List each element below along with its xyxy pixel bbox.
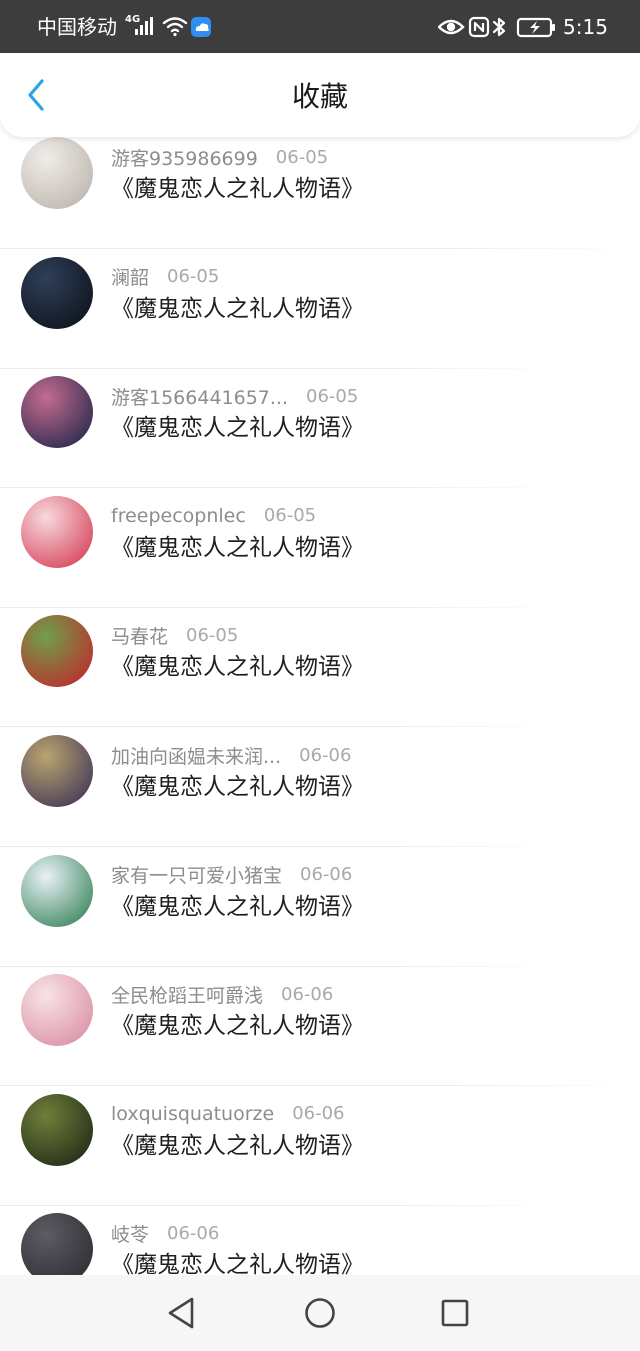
avatar (21, 735, 93, 807)
avatar (21, 137, 93, 209)
story-title: 《魔鬼恋人之礼人物语》 (111, 295, 364, 322)
list-item[interactable]: loxquisquatuorze 06-06 《魔鬼恋人之礼人物语》 (0, 1086, 640, 1206)
list-item[interactable]: 澜韶 06-05 《魔鬼恋人之礼人物语》 (0, 249, 640, 369)
list-item[interactable]: 游客935986699 06-05 《魔鬼恋人之礼人物语》 (0, 135, 640, 249)
avatar (21, 854, 93, 927)
date-label: 06-05 (167, 266, 220, 288)
nav-recents-icon[interactable] (437, 1295, 473, 1331)
list-item[interactable]: freepecopnlec 06-05 《魔鬼恋人之礼人物语》 (0, 488, 640, 608)
username: 游客935986699 (111, 147, 258, 170)
date-label: 06-06 (300, 864, 353, 886)
username: 加油向函媪未来润... (111, 745, 282, 768)
date-label: 06-05 (186, 624, 239, 646)
date-label: 06-05 (275, 146, 329, 168)
favorites-list: 游客935986699 06-05 《魔鬼恋人之礼人物语》 澜韶 06-05 《魔鬼恋人之… (0, 135, 640, 1275)
page-title: 收藏 (291, 80, 348, 113)
status-right-icons (438, 16, 555, 38)
avatar (21, 1213, 93, 1275)
cloud-app-icon (191, 17, 211, 37)
avatar (21, 376, 93, 449)
username: freepecopnlec (111, 504, 246, 527)
item-meta: 全民枪蹈王呵爵浅 06-06 (111, 980, 333, 1008)
item-meta: 家有一只可爱小猪宝 06-06 (111, 861, 352, 889)
story-title: 《魔鬼恋人之礼人物语》 (111, 415, 364, 442)
date-label: 06-05 (263, 505, 317, 527)
eye-icon (438, 19, 465, 35)
list-item[interactable]: 家有一只可爱小猪宝 06-06 《魔鬼恋人之礼人物语》 (0, 847, 640, 967)
date-label: 06-05 (306, 385, 359, 407)
list-item[interactable]: 游客1566441657... 06-05 《魔鬼恋人之礼人物语》 (0, 368, 640, 489)
story-title: 《魔鬼恋人之礼人物语》 (111, 654, 364, 681)
signal-icon (135, 17, 153, 35)
story-title: 《魔鬼恋人之礼人物语》 (111, 1252, 364, 1275)
battery-charging-icon (516, 17, 555, 38)
status-left-icons (135, 17, 211, 37)
story-title: 《魔鬼恋人之礼人物语》 (111, 1013, 364, 1040)
story-title: 《魔鬼恋人之礼人物语》 (111, 1132, 364, 1159)
nav-back-icon[interactable] (164, 1295, 200, 1331)
list-item[interactable]: 全民枪蹈王呵爵浅 06-06 《魔鬼恋人之礼人物语》 (0, 966, 640, 1087)
avatar (21, 615, 93, 688)
avatar (21, 256, 93, 329)
carrier-label: 中国移动 (37, 15, 117, 39)
nav-home-icon[interactable] (302, 1295, 338, 1331)
list-item[interactable]: 加油向函媪未来润... 06-06 《魔鬼恋人之礼人物语》 (0, 727, 640, 847)
status-bar: 中国移动 4G 5:15 (0, 0, 640, 53)
nfc-icon (468, 16, 490, 38)
date-label: 06-06 (299, 744, 352, 766)
header-bar: 收藏 (0, 53, 640, 137)
list-item[interactable]: 岐苓 06-06 《魔鬼恋人之礼人物语》 (0, 1205, 640, 1275)
clock-time: 5:15 (563, 15, 608, 39)
item-meta: 岐苓 06-06 (111, 1219, 219, 1247)
story-title: 《魔鬼恋人之礼人物语》 (111, 893, 364, 920)
username: 全民枪蹈王呵爵浅 (111, 984, 264, 1007)
item-meta: 加油向函媪未来润... 06-06 (111, 741, 351, 769)
username: 家有一只可爱小猪宝 (111, 865, 283, 888)
item-meta: loxquisquatuorze 06-06 (111, 1100, 345, 1128)
date-label: 06-06 (281, 983, 334, 1005)
item-meta: 游客935986699 06-05 (111, 143, 328, 171)
username: loxquisquatuorze (111, 1102, 275, 1125)
bluetooth-icon (492, 17, 506, 37)
date-label: 06-06 (167, 1222, 220, 1244)
username: 澜韶 (111, 267, 150, 290)
story-title: 《魔鬼恋人之礼人物语》 (111, 534, 364, 561)
system-nav-bar (0, 1275, 640, 1351)
avatar (21, 495, 93, 568)
item-meta: freepecopnlec 06-05 (111, 502, 316, 530)
date-label: 06-06 (292, 1103, 345, 1125)
story-title: 《魔鬼恋人之礼人物语》 (111, 774, 364, 800)
avatar (21, 1093, 93, 1166)
item-meta: 马春花 06-05 (111, 621, 238, 649)
avatar (21, 974, 93, 1047)
item-meta: 澜韶 06-05 (111, 263, 219, 291)
username: 游客1566441657... (111, 386, 289, 409)
story-title: 《魔鬼恋人之礼人物语》 (111, 176, 364, 202)
item-meta: 游客1566441657... 06-05 (111, 382, 358, 410)
list-item[interactable]: 马春花 06-05 《魔鬼恋人之礼人物语》 (0, 607, 640, 728)
screen: 中国移动 4G 5:15 收藏 游客935986699 06-05 《魔鬼恋人之… (0, 0, 640, 1351)
username: 岐苓 (111, 1223, 150, 1246)
username: 马春花 (111, 625, 169, 648)
wifi-icon (162, 17, 188, 37)
